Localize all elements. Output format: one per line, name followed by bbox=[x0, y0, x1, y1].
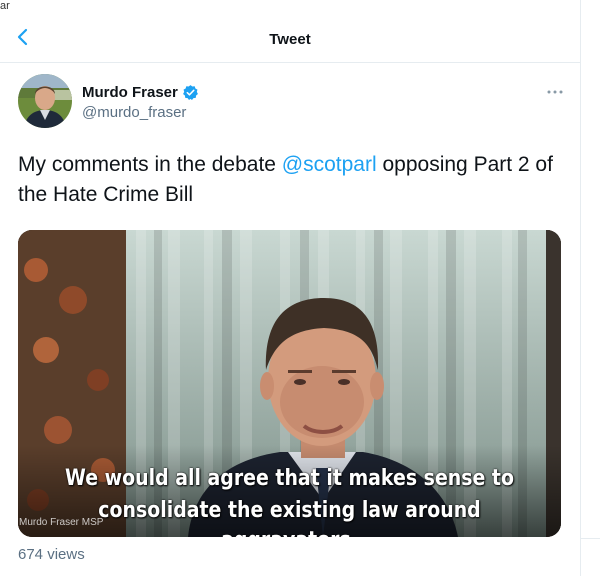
divider bbox=[581, 538, 600, 539]
author-handle[interactable]: @murdo_fraser bbox=[82, 104, 186, 121]
view-count: 674 views bbox=[18, 546, 85, 563]
avatar[interactable] bbox=[18, 74, 72, 128]
author-name-row: Murdo Fraser bbox=[82, 84, 199, 101]
tweet-column: Tweet Murdo Fraser @murdo_fraser My comm… bbox=[0, 0, 581, 576]
author-display-name[interactable]: Murdo Fraser bbox=[82, 84, 178, 101]
video-player[interactable]: We would all agree that it makes sense t… bbox=[18, 230, 561, 537]
page-title: Tweet bbox=[269, 31, 311, 48]
more-horizontal-icon bbox=[547, 90, 563, 94]
tweet-text: My comments in the debate @scotparl oppo… bbox=[18, 150, 558, 210]
mention-link[interactable]: @scotparl bbox=[282, 153, 377, 176]
tweet-text-part: My comments in the debate bbox=[18, 153, 282, 176]
page-header: Tweet bbox=[0, 18, 580, 63]
video-caption: Murdo Fraser MSP bbox=[19, 517, 104, 528]
video-subtitle-line: consolidate the existing law around aggr… bbox=[98, 498, 481, 537]
video-subtitle-line: We would all agree that it makes sense t… bbox=[65, 466, 514, 491]
verified-badge-icon bbox=[182, 84, 199, 101]
more-options-button[interactable] bbox=[544, 84, 566, 100]
tweet-author: Murdo Fraser @murdo_fraser bbox=[18, 74, 578, 130]
